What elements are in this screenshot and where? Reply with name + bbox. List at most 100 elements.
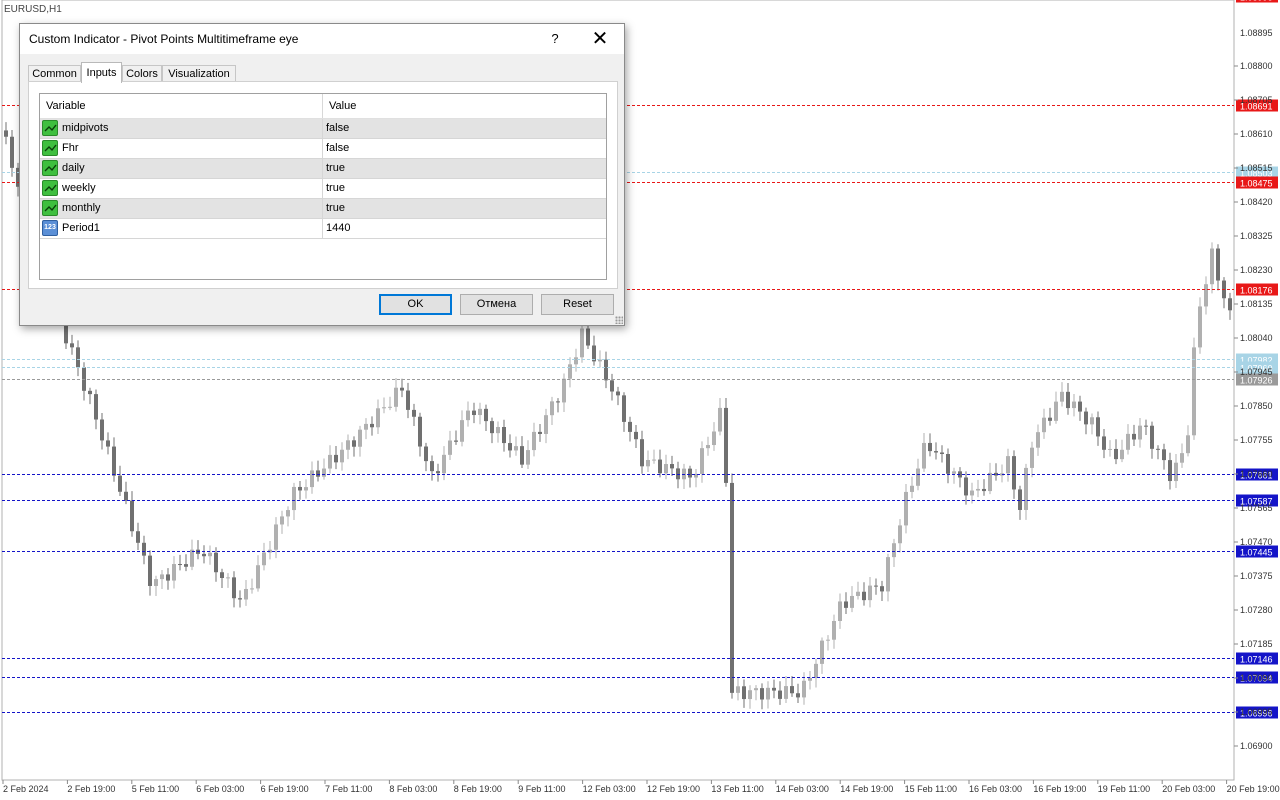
candle-body [676, 468, 680, 480]
variable-name: weekly [62, 182, 96, 194]
candle-body [1144, 425, 1148, 427]
number-icon: 123 [42, 220, 58, 236]
candle-body [1138, 425, 1142, 440]
candle-body [760, 688, 764, 700]
candle-body [634, 431, 638, 440]
time-axis-label: 9 Feb 11:00 [518, 784, 565, 794]
candle-body [160, 574, 164, 580]
variable-value[interactable]: 1440 [326, 219, 350, 238]
input-row-monthly[interactable]: monthly true [40, 199, 606, 219]
candle-body [94, 394, 98, 420]
candle-body [262, 552, 266, 566]
candle-body [712, 431, 716, 446]
candle-body [256, 565, 260, 589]
candle-body [166, 574, 170, 581]
time-axis-label: 7 Feb 11:00 [325, 784, 372, 794]
candle-body [622, 395, 626, 422]
candle-body [214, 552, 218, 573]
bool-icon [42, 200, 58, 216]
price-axis-label: 1.08515 [1240, 163, 1273, 173]
input-row-fhr[interactable]: Fhr false [40, 139, 606, 159]
variable-value[interactable]: false [326, 139, 349, 158]
candle-body [610, 380, 614, 392]
cell-divider [322, 179, 323, 198]
candle-body [850, 595, 854, 608]
candle-body [556, 401, 560, 403]
time-axis-label: 16 Feb 19:00 [1033, 784, 1086, 794]
candle-body [502, 427, 506, 444]
cell-divider [322, 139, 323, 158]
time-axis-label: 6 Feb 03:00 [196, 784, 244, 794]
resize-grip-icon[interactable] [615, 316, 623, 324]
bool-icon [42, 140, 58, 156]
candle-body [688, 468, 692, 478]
price-axis-label: 1.07850 [1240, 401, 1273, 411]
candle-body [430, 461, 434, 472]
candle-body [538, 431, 542, 434]
candle-body [988, 472, 992, 492]
column-header-value[interactable]: Value [323, 94, 605, 118]
candle-body [466, 410, 470, 421]
candle-body [718, 407, 722, 432]
candle-body [640, 439, 644, 467]
candle-body [4, 130, 8, 137]
candle-body [448, 440, 452, 455]
price-axis-label: 1.08705 [1240, 95, 1273, 105]
candle-body [868, 585, 872, 601]
tab-inputs[interactable]: Inputs [81, 62, 122, 83]
candle-body [700, 448, 704, 474]
dialog-titlebar[interactable]: Custom Indicator - Pivot Points Multitim… [20, 24, 624, 54]
ok-button[interactable]: OK [379, 294, 452, 315]
candle-body [1228, 298, 1232, 311]
candle-body [310, 470, 314, 488]
price-axis-label: 1.07755 [1240, 435, 1273, 445]
inputs-grid: Variable Value midpivots false Fhr false… [39, 93, 607, 280]
column-header-variable[interactable]: Variable [40, 94, 322, 118]
price-axis-label: 1.07945 [1240, 367, 1273, 377]
candle-body [880, 586, 884, 592]
bool-icon [42, 180, 58, 196]
variable-value[interactable]: true [326, 179, 345, 198]
price-axis-label: 1.08800 [1240, 61, 1273, 71]
variable-value[interactable]: true [326, 159, 345, 178]
variable-name: monthly [62, 202, 101, 214]
candle-body [1216, 248, 1220, 281]
candle-body [388, 406, 392, 408]
candle-body [1096, 417, 1100, 437]
input-row-period1[interactable]: 123 Period1 1440 [40, 219, 606, 239]
variable-value[interactable]: true [326, 199, 345, 218]
time-axis-label: 14 Feb 03:00 [776, 784, 829, 794]
cancel-button[interactable]: Отмена [460, 294, 533, 315]
candle-body [118, 475, 122, 492]
candle-body [460, 420, 464, 442]
reset-button[interactable]: Reset [541, 294, 614, 315]
candle-body [418, 416, 422, 447]
close-button[interactable]: ✕ [583, 24, 617, 54]
help-button[interactable]: ? [541, 24, 569, 54]
candle-body [172, 564, 176, 581]
input-row-weekly[interactable]: weekly true [40, 179, 606, 199]
candle-body [772, 687, 776, 691]
candle-body [964, 477, 968, 496]
candle-body [1126, 433, 1130, 450]
time-axis-label: 2 Feb 2024 [3, 784, 49, 794]
candle-body [646, 459, 650, 467]
candle-body [442, 454, 446, 474]
variable-value[interactable]: false [326, 119, 349, 138]
candle-body [814, 663, 818, 678]
price-axis-label: 1.08420 [1240, 197, 1273, 207]
candle-body [124, 491, 128, 501]
candle-body [148, 555, 152, 586]
candle-body [304, 487, 308, 491]
variable-name: Fhr [62, 142, 79, 154]
input-row-daily[interactable]: daily true [40, 159, 606, 179]
cell-divider [322, 159, 323, 178]
candle-body [346, 440, 350, 450]
candle-body [706, 445, 710, 449]
candle-body [910, 485, 914, 492]
input-row-midpivots[interactable]: midpivots false [40, 119, 606, 139]
candle-body [916, 468, 920, 486]
candle-body [898, 525, 902, 544]
candle-body [886, 557, 890, 592]
time-axis-label: 5 Feb 11:00 [132, 784, 179, 794]
